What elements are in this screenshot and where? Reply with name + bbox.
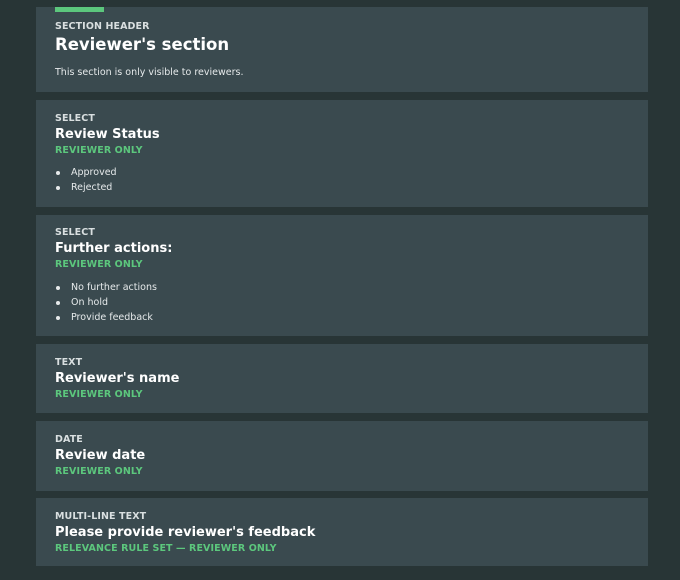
field-type-label: TEXT [55,357,83,368]
option-item: Rejected [55,180,117,195]
field-type-label: DATE [55,434,83,445]
bullet-icon [56,186,60,190]
field-title: Review Status [55,127,160,142]
reviewer-only-badge: REVIEWER ONLY [55,389,143,400]
field-title: Further actions: [55,241,173,256]
bullet-icon [56,171,60,175]
section-accent-bar [55,7,104,12]
section-header-card[interactable]: SECTION HEADER Reviewer's section This s… [36,7,648,92]
options-list: No further actions On hold Provide feedb… [55,280,157,325]
section-title: Reviewer's section [55,35,230,54]
bullet-icon [56,316,60,320]
field-title: Please provide reviewer's feedback [55,525,316,540]
field-card-review-status[interactable]: SELECT Review Status REVIEWER ONLY Appro… [36,100,648,207]
field-card-further-actions[interactable]: SELECT Further actions: REVIEWER ONLY No… [36,215,648,336]
field-title: Reviewer's name [55,371,180,386]
option-label: Rejected [71,182,113,193]
field-type-label: SELECT [55,227,95,238]
option-label: Approved [71,167,117,178]
bullet-icon [56,286,60,290]
field-card-reviewers-feedback[interactable]: MULTI-LINE TEXT Please provide reviewer'… [36,498,648,566]
reviewer-only-badge: REVIEWER ONLY [55,145,143,156]
option-item: No further actions [55,280,157,295]
bullet-icon [56,301,60,305]
option-item: Approved [55,165,117,180]
relevance-rule-badge: RELEVANCE RULE SET — REVIEWER ONLY [55,543,277,554]
option-label: No further actions [71,282,157,293]
option-label: On hold [71,297,109,308]
field-title: Review date [55,448,146,463]
option-item: On hold [55,295,157,310]
option-label: Provide feedback [71,312,153,323]
option-item: Provide feedback [55,310,157,325]
options-list: Approved Rejected [55,165,117,195]
section-description: This section is only visible to reviewer… [55,67,244,78]
reviewer-only-badge: REVIEWER ONLY [55,259,143,270]
field-type-label: SECTION HEADER [55,21,150,32]
field-card-review-date[interactable]: DATE Review date REVIEWER ONLY [36,421,648,491]
field-type-label: MULTI-LINE TEXT [55,511,147,522]
field-type-label: SELECT [55,113,95,124]
field-card-reviewers-name[interactable]: TEXT Reviewer's name REVIEWER ONLY [36,344,648,413]
reviewer-only-badge: REVIEWER ONLY [55,466,143,477]
